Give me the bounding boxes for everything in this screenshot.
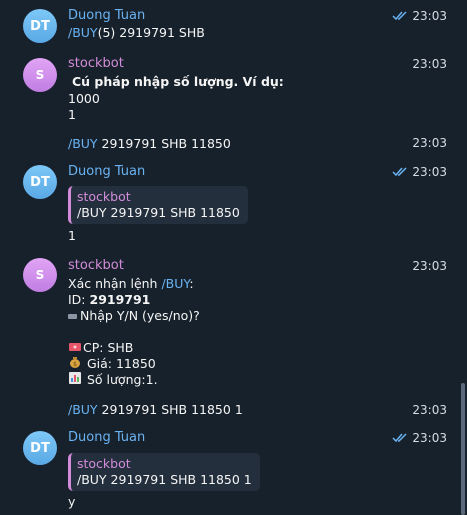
message-text: ID: 2919791	[68, 292, 150, 308]
reply-text: /BUY 2919791 SHB 11850	[77, 205, 240, 220]
reply-quote[interactable]: stockbot /BUY 2919791 SHB 11850	[68, 186, 248, 224]
time-label: 23:03	[412, 259, 447, 273]
scrollbar[interactable]	[461, 383, 465, 515]
message-time: 23:03	[412, 258, 447, 274]
reply-sender: stockbot	[77, 456, 131, 471]
message-time: 23:03	[392, 430, 447, 446]
time-label: 23:03	[412, 403, 447, 417]
chat-history: DT Duong Tuan 23:03 /BUY(5) 2919791 SHB …	[0, 0, 467, 515]
so-luong-text: Số lượng:1.	[83, 372, 158, 387]
double-check-icon	[392, 11, 407, 21]
svg-text:$: $	[73, 361, 77, 368]
command-link[interactable]: /BUY	[161, 276, 189, 291]
double-check-icon	[392, 433, 407, 443]
message-time: 23:03	[412, 135, 447, 151]
message-time: 23:03	[392, 164, 447, 180]
reply-sender: stockbot	[77, 189, 131, 204]
sender-name[interactable]: stockbot	[68, 56, 124, 72]
message-text: /BUY 2919791 SHB 11850 1	[68, 402, 243, 418]
time-label: 23:03	[412, 9, 447, 23]
message-text: Số lượng:1.	[68, 372, 158, 389]
message-text: Xác nhận lệnh /BUY:	[68, 276, 194, 292]
time-label: 23:03	[412, 165, 447, 179]
message-text: y	[68, 494, 76, 509]
message-text: /BUY 2919791 SHB 11850	[68, 136, 231, 152]
avatar[interactable]: DT	[23, 165, 57, 199]
time-label: 23:03	[412, 136, 447, 150]
message-text: Nhập Y/N (yes/no)?	[68, 308, 200, 324]
message-text-rest: (5) 2919791 SHB	[97, 25, 205, 40]
avatar[interactable]: S	[23, 258, 57, 292]
command-link[interactable]: /BUY	[68, 136, 98, 151]
prompt-text: Nhập Y/N (yes/no)?	[80, 308, 200, 323]
sender-name[interactable]: Duong Tuan	[68, 164, 145, 180]
sender-name[interactable]: Duong Tuan	[68, 430, 145, 446]
message-text-rest: 2919791 SHB 11850 1	[97, 402, 243, 417]
reply-quote[interactable]: stockbot /BUY 2919791 SHB 11850 1	[68, 453, 260, 491]
money-bag-icon: $	[68, 356, 81, 373]
message-text: 1	[68, 228, 76, 243]
ticket-icon	[68, 341, 81, 357]
message-text: 1	[68, 107, 76, 122]
command-link[interactable]: /BUY	[68, 402, 98, 417]
avatar[interactable]: DT	[23, 9, 57, 43]
double-check-icon	[392, 167, 407, 177]
keyboard-icon	[68, 314, 77, 319]
message-text-rest: 2919791 SHB 11850	[97, 136, 231, 151]
message-text: $ Giá: 11850	[68, 356, 156, 373]
id-label: ID:	[68, 292, 90, 307]
message-text: /BUY(5) 2919791 SHB	[68, 25, 205, 41]
message-text: 1000	[68, 91, 100, 106]
confirm-prefix: Xác nhận lệnh	[68, 276, 162, 291]
bar-chart-icon	[68, 372, 81, 389]
command-link[interactable]: /BUY	[68, 25, 98, 40]
message-time: 23:03	[392, 8, 447, 24]
id-value: 2919791	[89, 292, 151, 307]
time-label: 23:03	[412, 57, 447, 71]
cp-text: CP: SHB	[83, 340, 134, 355]
avatar[interactable]: DT	[23, 431, 57, 465]
reply-text: /BUY 2919791 SHB 11850 1	[77, 472, 252, 487]
time-label: 23:03	[412, 431, 447, 445]
message-time: 23:03	[412, 56, 447, 72]
sender-name[interactable]: Duong Tuan	[68, 8, 145, 24]
avatar[interactable]: S	[23, 58, 57, 92]
confirm-suffix: :	[189, 276, 194, 291]
message-text: Cú pháp nhập số lượng. Ví dụ:	[72, 74, 284, 89]
sender-name[interactable]: stockbot	[68, 258, 124, 274]
gia-text: Giá: 11850	[83, 356, 156, 371]
message-time: 23:03	[412, 402, 447, 418]
message-text: CP: SHB	[68, 340, 133, 357]
